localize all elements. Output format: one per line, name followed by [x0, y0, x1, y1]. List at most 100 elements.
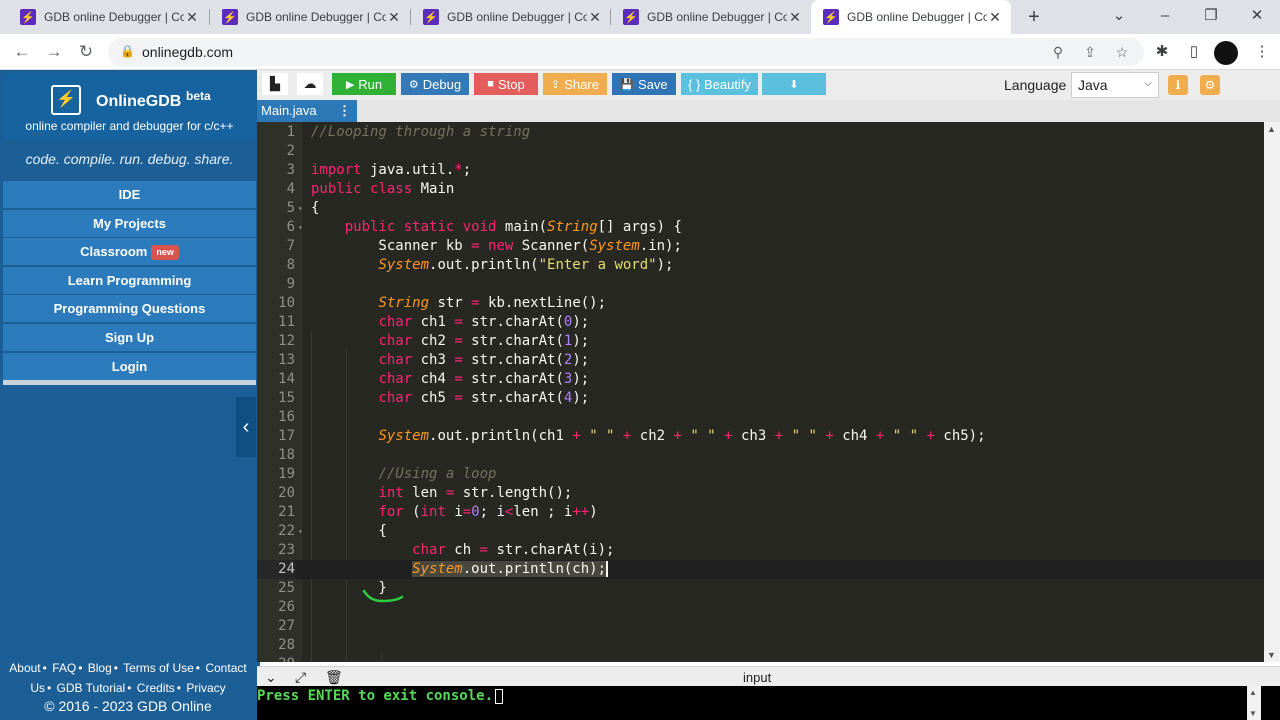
fold-arrow-icon[interactable]: ▾: [298, 199, 303, 218]
code-line[interactable]: 22 ▾ {: [257, 522, 1264, 541]
info-icon[interactable]: ℹ: [1168, 75, 1188, 95]
window-close-button[interactable]: ✕: [1234, 0, 1280, 34]
code-line[interactable]: 25 }: [257, 579, 1264, 598]
save-button[interactable]: 💾 Save: [612, 73, 676, 95]
editor-scrollbar[interactable]: ▲ ▼: [1264, 122, 1280, 662]
sidebar-item-my-projects[interactable]: My Projects: [3, 209, 256, 237]
clear-console-icon[interactable]: 🗑: [325, 669, 343, 686]
scroll-up-arrow-icon[interactable]: ▲: [1267, 124, 1276, 134]
beautify-button[interactable]: { } Beautify: [681, 73, 758, 95]
close-icon[interactable]: ✕: [787, 9, 803, 26]
code-line[interactable]: 13 char ch3 = str.charAt(2);: [257, 351, 1264, 370]
footer-link-terms[interactable]: Terms of Use: [123, 661, 194, 675]
zoom-search-icon[interactable]: ⚲: [1048, 42, 1068, 62]
kebab-menu-icon[interactable]: ⋮: [338, 100, 351, 122]
console-scrollbar[interactable]: ▲ ▼: [1247, 686, 1261, 720]
url-text[interactable]: onlinegdb.com: [142, 44, 233, 60]
close-icon[interactable]: ✕: [184, 9, 200, 26]
side-panel-icon[interactable]: ▯: [1184, 42, 1204, 62]
code-line[interactable]: 3 import java.util.*;: [257, 161, 1264, 180]
footer-link-faq[interactable]: FAQ: [52, 661, 76, 675]
code-line[interactable]: 18: [257, 446, 1264, 465]
code-line[interactable]: 27: [257, 617, 1264, 636]
code-line[interactable]: 14 char ch4 = str.charAt(3);: [257, 370, 1264, 389]
code-line[interactable]: 16: [257, 408, 1264, 427]
bookmark-star-icon[interactable]: ☆: [1112, 42, 1132, 62]
code-editor[interactable]: 1 //Looping through a string 2 3 import ja…: [257, 122, 1264, 662]
share-icon[interactable]: ⇪: [1080, 42, 1100, 62]
run-button[interactable]: ▶ Run: [332, 73, 396, 95]
code-line[interactable]: 26: [257, 598, 1264, 617]
code-line[interactable]: 5 ▾ {: [257, 199, 1264, 218]
sidebar-item-classroom[interactable]: Classroom new: [3, 238, 256, 266]
browser-tab-active[interactable]: ⚡ GDB online Debugger | Co ✕: [811, 0, 1011, 34]
lock-icon[interactable]: 🔒: [120, 44, 135, 58]
scroll-down-arrow-icon[interactable]: ▼: [1249, 709, 1257, 718]
footer-link-about[interactable]: About: [9, 661, 40, 675]
new-file-icon[interactable]: ▙: [262, 73, 288, 95]
expand-arrows-icon[interactable]: ⤢: [295, 669, 306, 686]
code-line[interactable]: 9: [257, 275, 1264, 294]
chevron-down-icon[interactable]: ⌄: [265, 669, 277, 686]
scroll-down-arrow-icon[interactable]: ▼: [1267, 650, 1276, 660]
code-line[interactable]: 21 for (int i=0; i<len ; i++): [257, 503, 1264, 522]
new-tab-button[interactable]: +: [1022, 5, 1046, 29]
settings-gear-icon[interactable]: ⚙: [1200, 75, 1220, 95]
close-icon[interactable]: ✕: [587, 9, 603, 26]
forward-arrow-icon[interactable]: →: [40, 38, 68, 66]
code-line[interactable]: 19 //Using a loop: [257, 465, 1264, 484]
upload-icon[interactable]: ☁: [297, 73, 323, 95]
browser-tab[interactable]: ⚡ GDB online Debugger | Co ✕: [8, 0, 208, 34]
footer-link-contact[interactable]: Contact: [205, 661, 246, 675]
code-line[interactable]: 6 ▾ public static void main(String[] args…: [257, 218, 1264, 237]
minimize-button[interactable]: –: [1142, 0, 1188, 34]
sidebar-item-programming-questions[interactable]: Programming Questions: [3, 295, 256, 323]
footer-link-privacy[interactable]: Privacy: [186, 681, 225, 695]
code-line[interactable]: 7 Scanner kb = new Scanner(System.in);: [257, 237, 1264, 256]
footer-link-contact-us[interactable]: Us: [30, 681, 45, 695]
code-line[interactable]: 17 System.out.println(ch1 + " " + ch2 + …: [257, 427, 1264, 446]
browser-tab[interactable]: ⚡ GDB online Debugger | Co ✕: [210, 0, 410, 34]
code-line[interactable]: 29: [257, 655, 1264, 662]
code-line[interactable]: 8 System.out.println("Enter a word");: [257, 256, 1264, 275]
scroll-up-arrow-icon[interactable]: ▲: [1249, 688, 1257, 697]
browser-tab[interactable]: ⚡ GDB online Debugger | Co ✕: [411, 0, 611, 34]
fold-arrow-icon[interactable]: ▾: [298, 522, 303, 541]
extensions-puzzle-icon[interactable]: ✱: [1152, 42, 1172, 62]
address-bar[interactable]: 🔒 onlinegdb.com ⚲ ⇪ ☆: [108, 38, 1144, 66]
file-tab-main-java[interactable]: Main.java ⋮: [257, 100, 357, 122]
code-line[interactable]: 1 //Looping through a string: [257, 123, 1264, 142]
footer-link-tutorial[interactable]: GDB Tutorial: [57, 681, 126, 695]
code-line[interactable]: 15 char ch5 = str.charAt(4);: [257, 389, 1264, 408]
reload-icon[interactable]: ↻: [72, 38, 100, 66]
sidebar-item-login[interactable]: Login: [3, 352, 256, 380]
close-icon[interactable]: ✕: [386, 9, 402, 26]
restore-button[interactable]: ❐: [1188, 0, 1234, 34]
fold-arrow-icon[interactable]: ▾: [298, 218, 303, 237]
code-line[interactable]: 4 public class Main: [257, 180, 1264, 199]
footer-link-credits[interactable]: Credits: [137, 681, 175, 695]
kebab-menu-icon[interactable]: ⋮: [1252, 42, 1272, 62]
code-line[interactable]: 28: [257, 636, 1264, 655]
tab-search-icon[interactable]: ⌄: [1096, 0, 1142, 34]
code-line[interactable]: 23 char ch = str.charAt(i);: [257, 541, 1264, 560]
code-line[interactable]: 10 String str = kb.nextLine();: [257, 294, 1264, 313]
footer-link-blog[interactable]: Blog: [88, 661, 112, 675]
share-button[interactable]: ⇪ Share: [543, 73, 607, 95]
back-arrow-icon[interactable]: ←: [8, 38, 36, 66]
stop-button[interactable]: ■ Stop: [474, 73, 538, 95]
console-output[interactable]: Press ENTER to exit console.: [257, 686, 1280, 720]
profile-avatar[interactable]: [1214, 41, 1238, 65]
language-select[interactable]: Java ⌵: [1071, 72, 1159, 98]
code-line[interactable]: 12 char ch2 = str.charAt(1);: [257, 332, 1264, 351]
close-icon[interactable]: ✕: [987, 9, 1003, 26]
collapse-sidebar-chevron-left-icon[interactable]: ‹: [236, 397, 256, 457]
sidebar-item-learn-programming[interactable]: Learn Programming: [3, 266, 256, 294]
debug-button[interactable]: ⚙ Debug: [401, 73, 469, 95]
sidebar-item-ide[interactable]: IDE: [3, 181, 256, 208]
download-button[interactable]: ⬇: [762, 73, 826, 95]
sidebar-item-sign-up[interactable]: Sign Up: [3, 323, 256, 351]
code-line-active[interactable]: 24 System.out.println(ch);: [257, 560, 1264, 579]
code-line[interactable]: 20 int len = str.length();: [257, 484, 1264, 503]
code-line[interactable]: 11 char ch1 = str.charAt(0);: [257, 313, 1264, 332]
